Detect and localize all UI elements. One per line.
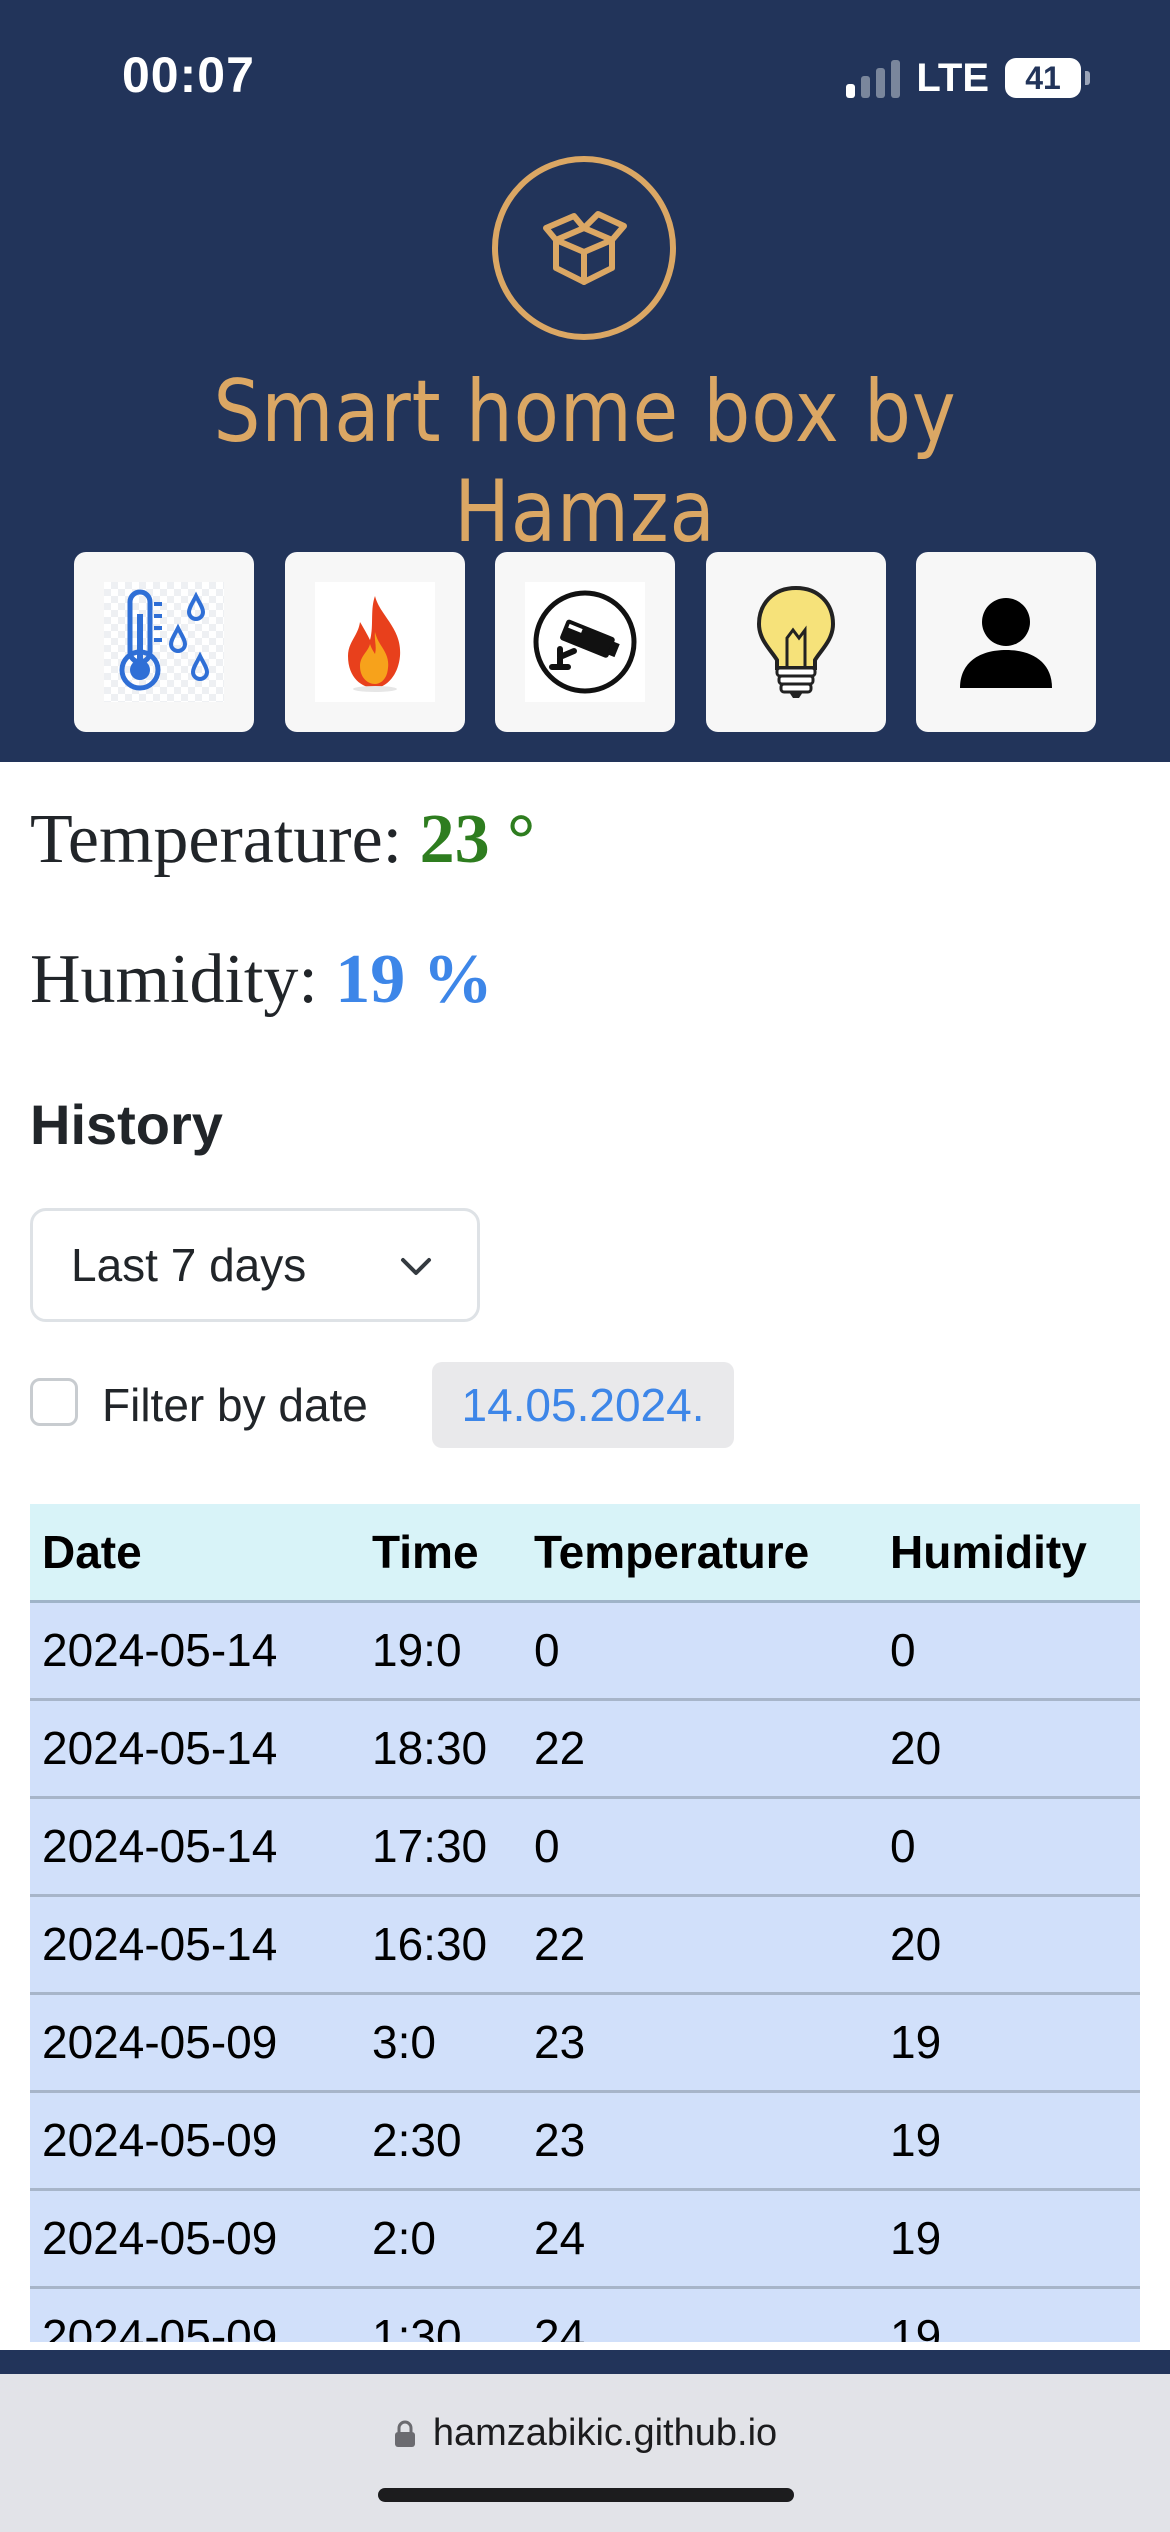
light-bulb-icon bbox=[756, 585, 835, 698]
cell-temperature: 24 bbox=[522, 2189, 878, 2289]
device-nav bbox=[74, 552, 1096, 732]
cell-humidity: 19 bbox=[878, 2189, 1140, 2289]
temperature-value: 23 ° bbox=[419, 801, 536, 878]
filter-date-picker[interactable]: 14.05.2024. bbox=[432, 1362, 734, 1448]
column-header-temperature: Temperature bbox=[522, 1504, 878, 1603]
filter-by-date-label[interactable]: Filter by date bbox=[102, 1378, 368, 1432]
cell-time: 18:30 bbox=[360, 1699, 522, 1799]
user-icon bbox=[960, 598, 1052, 688]
battery-icon: 41 bbox=[1005, 58, 1081, 98]
network-type: LTE bbox=[916, 55, 989, 100]
table-header-row: Date Time Temperature Humidity bbox=[30, 1504, 1140, 1603]
cell-humidity: 19 bbox=[878, 2287, 1140, 2342]
history-range-value: Last 7 days bbox=[71, 1239, 307, 1291]
temperature-label: Temperature: bbox=[30, 801, 403, 878]
history-title: History bbox=[30, 1093, 223, 1156]
status-time: 00:07 bbox=[122, 47, 255, 103]
humidity-reading: Humidity: 19 % bbox=[30, 940, 493, 1020]
cell-humidity: 20 bbox=[878, 1699, 1140, 1799]
history-table-container[interactable]: Date Time Temperature Humidity 2024-05-1… bbox=[30, 1504, 1140, 2342]
cell-time: 3:0 bbox=[360, 1993, 522, 2093]
cell-time: 16:30 bbox=[360, 1895, 522, 1995]
history-table: Date Time Temperature Humidity 2024-05-1… bbox=[30, 1504, 1140, 2342]
cell-time: 2:0 bbox=[360, 2189, 522, 2289]
cell-time: 2:30 bbox=[360, 2091, 522, 2191]
table-row: 2024-05-09 1:30 24 19 bbox=[30, 2287, 1140, 2342]
cell-date: 2024-05-09 bbox=[30, 2189, 360, 2289]
humidity-label: Humidity: bbox=[30, 941, 318, 1018]
filter-by-date-checkbox[interactable] bbox=[30, 1378, 78, 1426]
battery-level: 41 bbox=[1025, 59, 1061, 96]
url-display[interactable]: hamzabikic.github.io bbox=[0, 2412, 1170, 2455]
table-row: 2024-05-14 18:30 22 20 bbox=[30, 1699, 1140, 1799]
table-row: 2024-05-09 2:30 23 19 bbox=[30, 2091, 1140, 2191]
status-indicators: LTE 41 bbox=[846, 50, 1090, 106]
cell-humidity: 19 bbox=[878, 2091, 1140, 2191]
table-row: 2024-05-09 2:0 24 19 bbox=[30, 2189, 1140, 2289]
cell-temperature: 22 bbox=[522, 1895, 878, 1995]
column-header-humidity: Humidity bbox=[878, 1504, 1140, 1603]
fire-icon bbox=[347, 596, 400, 692]
cell-temperature: 23 bbox=[522, 1993, 878, 2093]
nav-lights[interactable] bbox=[705, 552, 886, 732]
home-indicator[interactable] bbox=[378, 2488, 794, 2502]
nav-fire[interactable] bbox=[284, 552, 465, 732]
security-camera-icon bbox=[533, 590, 637, 694]
cell-humidity: 19 bbox=[878, 1993, 1140, 2093]
history-range-select[interactable]: Last 7 days bbox=[30, 1208, 480, 1322]
cell-temperature: 24 bbox=[522, 2287, 878, 2342]
nav-temperature-humidity[interactable] bbox=[74, 552, 254, 732]
chevron-down-icon bbox=[401, 1258, 431, 1275]
brand-title: Smart home box by Hamza bbox=[213, 362, 957, 562]
temperature-reading: Temperature: 23 ° bbox=[30, 800, 535, 880]
cell-temperature: 23 bbox=[522, 2091, 878, 2191]
logo[interactable] bbox=[492, 156, 676, 340]
table-row: 2024-05-09 3:0 23 19 bbox=[30, 1993, 1140, 2093]
cell-date: 2024-05-09 bbox=[30, 2091, 360, 2191]
cell-date: 2024-05-09 bbox=[30, 1993, 360, 2093]
cell-temperature: 0 bbox=[522, 1797, 878, 1897]
nav-camera[interactable] bbox=[495, 552, 675, 732]
humidity-value: 19 % bbox=[335, 941, 493, 1018]
nav-profile[interactable] bbox=[916, 552, 1096, 732]
table-row: 2024-05-14 16:30 22 20 bbox=[30, 1895, 1140, 1995]
cell-time: 1:30 bbox=[360, 2287, 522, 2342]
url-text: hamzabikic.github.io bbox=[432, 2412, 778, 2454]
app-header: 00:07 LTE 41 Smart home box by Hamza bbox=[0, 0, 1170, 762]
table-row: 2024-05-14 17:30 0 0 bbox=[30, 1797, 1140, 1897]
cell-humidity: 0 bbox=[878, 1797, 1140, 1897]
cell-date: 2024-05-14 bbox=[30, 1797, 360, 1897]
open-box-icon bbox=[543, 211, 627, 285]
cell-date: 2024-05-14 bbox=[30, 1895, 360, 1995]
cell-date: 2024-05-09 bbox=[30, 2287, 360, 2342]
signal-strength-icon bbox=[846, 58, 901, 98]
lock-icon bbox=[394, 2420, 415, 2447]
thermometer-humidity-icon bbox=[119, 589, 210, 691]
column-header-date: Date bbox=[30, 1504, 360, 1603]
cell-time: 17:30 bbox=[360, 1797, 522, 1897]
cell-date: 2024-05-14 bbox=[30, 1601, 360, 1701]
page-footer bbox=[0, 2350, 1170, 2374]
column-header-time: Time bbox=[360, 1504, 522, 1603]
browser-address-bar[interactable]: hamzabikic.github.io bbox=[0, 2374, 1170, 2532]
cell-time: 19:0 bbox=[360, 1601, 522, 1701]
cell-humidity: 0 bbox=[878, 1601, 1140, 1701]
cell-temperature: 22 bbox=[522, 1699, 878, 1799]
cell-date: 2024-05-14 bbox=[30, 1699, 360, 1799]
cell-temperature: 0 bbox=[522, 1601, 878, 1701]
cell-humidity: 20 bbox=[878, 1895, 1140, 1995]
table-row: 2024-05-14 19:0 0 0 bbox=[30, 1601, 1140, 1701]
